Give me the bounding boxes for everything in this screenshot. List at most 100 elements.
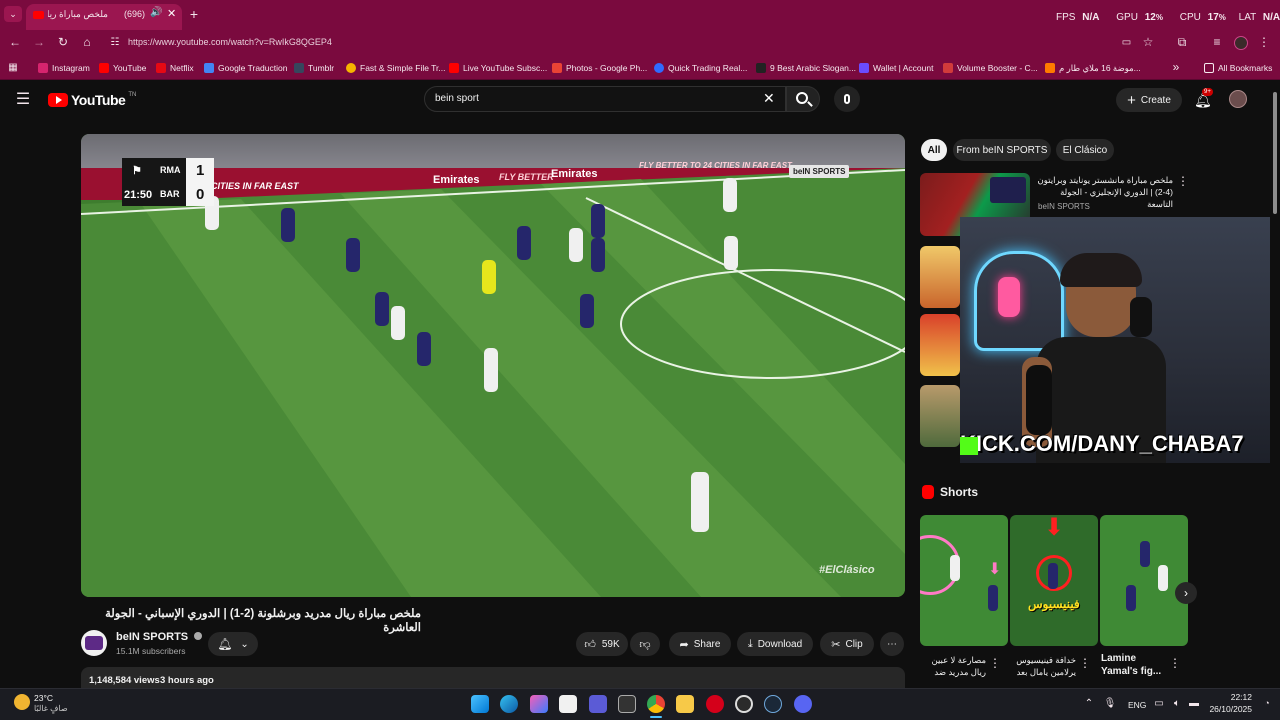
bookmark-live-subs[interactable]: Live YouTube Subsc... — [449, 60, 547, 76]
clock-date: 26/10/2025 — [1209, 704, 1252, 714]
description-box[interactable]: 1,148,584 views 3 hours ago — [81, 667, 905, 688]
language-indicator[interactable]: ENG — [1128, 700, 1146, 710]
create-button[interactable]: + Create — [1116, 88, 1182, 112]
scrollbar-thumb[interactable] — [1273, 92, 1277, 214]
app-icon[interactable] — [618, 695, 636, 713]
reading-list-icon[interactable]: ≡ — [1210, 35, 1224, 49]
app-icon[interactable] — [589, 695, 607, 713]
bookmark-label: Photos - Google Ph... — [566, 63, 648, 73]
browser-tab[interactable]: (696) ملخص مباراة ريال مدري 🔊 ✕ — [26, 4, 182, 30]
voice-search-button[interactable] — [834, 86, 860, 112]
chrome-icon[interactable] — [647, 695, 665, 713]
bookmark-star-icon[interactable]: ☆ — [1141, 35, 1155, 49]
weather-widget[interactable]: 23°C صافٍ غالبًا — [14, 692, 84, 716]
page-scrollbar[interactable] — [1270, 80, 1280, 688]
create-label: Create — [1140, 94, 1171, 106]
windows-start-icon[interactable] — [471, 695, 489, 713]
more-actions-button[interactable]: ⋯ — [880, 632, 904, 656]
filter-chip-channel[interactable]: From beIN SPORTS — [953, 139, 1051, 161]
site-info-icon[interactable]: ☷ — [109, 36, 121, 48]
tab-search-icon[interactable]: ⌄ — [4, 6, 22, 22]
hamburger-menu-icon[interactable]: ☰ — [14, 90, 32, 108]
volume-icon[interactable]: 🔈︎ — [1171, 697, 1183, 709]
profile-avatar[interactable] — [1234, 36, 1248, 50]
subscription-bell-button[interactable]: 🔔︎ ⌄ — [208, 632, 258, 656]
browser-menu-icon[interactable]: ⋮ — [1258, 35, 1270, 49]
short-thumbnail[interactable]: ⬇ — [920, 515, 1008, 646]
filter-chip-el-clasico[interactable]: El Clásico — [1056, 139, 1114, 161]
short-thumbnail[interactable]: ⬇ فينيسيوس — [1010, 515, 1098, 646]
notifications-button[interactable]: 🔔︎ 9+ — [1192, 88, 1213, 110]
short-menu-icon[interactable]: ⋮ — [989, 656, 1001, 670]
recommended-thumbnail[interactable] — [920, 246, 960, 308]
reload-icon[interactable]: ↻ — [56, 35, 70, 49]
bookmark-youtube[interactable]: YouTube — [99, 60, 146, 76]
shorts-next-button[interactable]: › — [1175, 582, 1197, 604]
clip-button[interactable]: ✂ Clip — [820, 632, 874, 656]
apps-grid-icon[interactable]: ▦ — [7, 61, 19, 73]
recommended-thumbnail[interactable] — [920, 385, 960, 447]
store-icon[interactable] — [559, 695, 577, 713]
discord-icon[interactable] — [794, 695, 812, 713]
steam-icon[interactable] — [764, 695, 782, 713]
recommended-menu-icon[interactable]: ⋮ — [1177, 174, 1189, 188]
tab-audio-icon[interactable]: 🔊 — [150, 7, 162, 18]
bookmark-arabic-slogan[interactable]: 9 Best Arabic Slogan... — [756, 60, 856, 76]
battery-icon[interactable]: ▬ — [1188, 697, 1200, 709]
short-menu-icon[interactable]: ⋮ — [1169, 656, 1181, 670]
forward-icon[interactable]: → — [32, 35, 46, 49]
filter-chip-all[interactable]: All — [921, 139, 947, 161]
search-box[interactable]: bein sport ✕ — [424, 86, 786, 112]
download-button[interactable]: ⤓ Download — [737, 632, 813, 656]
tray-overflow-icon[interactable]: ⌃ — [1083, 697, 1095, 709]
file-explorer-icon[interactable] — [676, 695, 694, 713]
bookmark-quick-trading[interactable]: Quick Trading Real... — [654, 60, 747, 76]
bookmark-wallet[interactable]: Wallet | Account — [859, 60, 933, 76]
bookmark-arabic-fashion[interactable]: موضة 16 ملاي طار م... — [1045, 60, 1141, 76]
search-input[interactable]: bein sport — [435, 93, 479, 104]
edge-icon[interactable] — [500, 695, 518, 713]
bookmark-volume-booster[interactable]: Volume Booster - C... — [943, 60, 1038, 76]
new-tab-icon[interactable]: + — [186, 6, 202, 22]
clock[interactable]: 22:12 26/10/2025 — [1206, 692, 1252, 714]
home-icon[interactable]: ⌂ — [80, 35, 94, 49]
more-bookmarks-icon[interactable]: » — [1170, 60, 1182, 74]
app-icon[interactable] — [735, 695, 753, 713]
youtube-logo[interactable]: YouTube TN — [48, 92, 136, 108]
dislike-button[interactable]: 👎︎ — [630, 632, 660, 656]
share-button[interactable]: ➦ Share — [669, 632, 731, 656]
avatar[interactable] — [1229, 90, 1247, 108]
cast-icon[interactable]: ▭ — [1120, 36, 1133, 49]
bookmark-netflix[interactable]: Netflix — [156, 60, 194, 76]
neon-light-pink — [998, 277, 1020, 317]
clear-search-icon[interactable]: ✕ — [763, 90, 775, 107]
glasses-icon — [756, 63, 766, 73]
bookmark-google-translate[interactable]: Google Traduction — [204, 60, 287, 76]
copilot-icon[interactable] — [530, 695, 548, 713]
url-field[interactable]: https://www.youtube.com/watch?v=RwIkG8QG… — [128, 37, 332, 47]
opera-icon[interactable] — [706, 695, 724, 713]
short-title[interactable]: مصارعة لا عبين ريال مدريد ضد — [920, 654, 987, 678]
channel-avatar[interactable] — [81, 630, 107, 656]
back-icon[interactable]: ← — [8, 35, 22, 49]
short-title[interactable]: خدافة فينيسيوس يرلامين يامال بعد — [1010, 654, 1076, 678]
all-bookmarks[interactable]: All Bookmarks — [1204, 60, 1272, 76]
short-menu-icon[interactable]: ⋮ — [1079, 656, 1091, 670]
like-button[interactable]: 👍︎ 59K — [576, 632, 628, 656]
short-title[interactable]: Lamine Yamal's fig... — [1101, 652, 1169, 678]
network-icon[interactable]: ▭ — [1153, 697, 1165, 709]
extensions-icon[interactable]: ⧉ — [1175, 35, 1189, 49]
bookmark-google-photos[interactable]: Photos - Google Ph... — [552, 60, 647, 76]
tray-microphone-icon[interactable]: 🎙︎ — [1104, 697, 1117, 709]
video-player[interactable]: CITIES IN FAR EAST Emirates FLY BETTER E… — [81, 134, 905, 597]
bookmark-tumblr[interactable]: Tumblr — [294, 60, 334, 76]
bookmark-file-transfer[interactable]: Fast & Simple File Tr... — [346, 60, 446, 76]
bookmark-instagram[interactable]: Instagram — [38, 60, 90, 76]
recommended-thumbnail[interactable] — [920, 314, 960, 376]
notification-center-icon[interactable]: ◔ — [1262, 697, 1272, 709]
channel-name[interactable]: beIN SPORTS — [116, 631, 203, 643]
short-thumbnail[interactable] — [1100, 515, 1188, 646]
search-button[interactable] — [786, 86, 820, 112]
tab-close-icon[interactable]: ✕ — [167, 7, 176, 20]
lat-value: N/A — [1262, 12, 1280, 23]
